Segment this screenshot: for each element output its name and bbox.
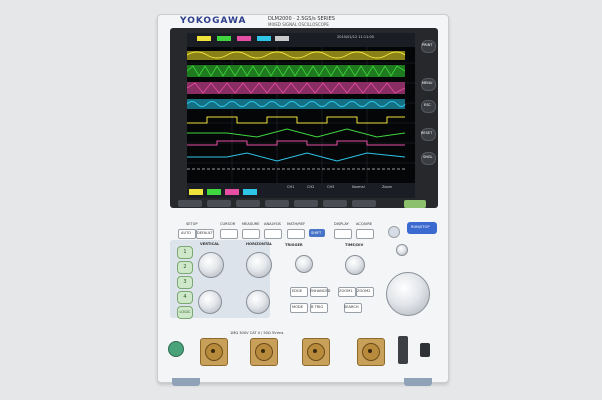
front-note: 1MΩ 300V CAT II / 50Ω 5Vrms bbox=[230, 331, 284, 335]
ch1-bnc-connector bbox=[200, 338, 228, 366]
vertical-scale-knob[interactable] bbox=[198, 252, 224, 278]
measure-button[interactable] bbox=[242, 229, 260, 239]
horizontal-label: HORIZONTAL bbox=[246, 242, 273, 246]
esc-key-label: ESC bbox=[424, 103, 431, 107]
screen-bottom-label-zoom: Zoom bbox=[382, 185, 393, 189]
mode-label: MODE bbox=[292, 305, 303, 309]
shift-label: SHIFT bbox=[311, 231, 322, 235]
cursor-label: CURSOR bbox=[220, 222, 236, 226]
reset-key-label: RESET bbox=[421, 131, 433, 135]
ch3-button[interactable]: 3 bbox=[177, 276, 193, 289]
edge-label: EDGE bbox=[292, 289, 303, 293]
softkey-green[interactable] bbox=[404, 200, 426, 208]
math-ref-label: MATH/REF bbox=[287, 222, 306, 226]
enhanced-label: ENHANCED bbox=[310, 289, 331, 293]
horizontal-scale-knob[interactable] bbox=[246, 252, 272, 278]
menu-key-label: MENU bbox=[422, 81, 433, 85]
screen-bottom-label-normal: Normal bbox=[352, 185, 365, 189]
ch2-button[interactable]: 2 bbox=[177, 261, 193, 274]
ch4-button[interactable]: 4 bbox=[177, 291, 193, 304]
logic-probe-port bbox=[398, 336, 408, 364]
zoom1-label: ZOOM1 bbox=[339, 289, 353, 293]
screen-bottom-label-ch1: CH1 bbox=[287, 185, 295, 189]
math-ref-button[interactable] bbox=[287, 229, 305, 239]
usb-port bbox=[420, 343, 430, 357]
model-sub-label: MIXED SIGNAL OSCILLOSCOPE bbox=[268, 22, 329, 27]
zoom2-label: ZOOM2 bbox=[357, 289, 371, 293]
auto-label: AUTO bbox=[181, 231, 192, 235]
cursor-button[interactable] bbox=[220, 229, 238, 239]
acquire-label: ACQUIRE bbox=[356, 222, 373, 226]
print-key-label: PRINT bbox=[422, 43, 433, 47]
screen-timestamp: 2010/01/12 11:11:00 bbox=[337, 35, 375, 39]
waveform-display bbox=[187, 33, 415, 198]
ch1-button[interactable]: 1 bbox=[177, 246, 193, 259]
brand-logo: YOKOGAWA bbox=[180, 16, 247, 26]
left-foot bbox=[172, 378, 200, 386]
ch4-bnc-connector bbox=[357, 338, 385, 366]
power-button[interactable] bbox=[168, 341, 184, 357]
screen-bottom-label-ch3: CH3 bbox=[327, 185, 335, 189]
logic-button[interactable]: LOGIC bbox=[177, 306, 193, 319]
b-trig-label: B TRIG bbox=[311, 305, 324, 309]
run-stop-label: RUN/STOP bbox=[411, 225, 430, 229]
screen-bottom-label-ch2: CH2 bbox=[307, 185, 315, 189]
softkey-5[interactable] bbox=[294, 200, 318, 207]
vertical-label: VERTICAL bbox=[200, 242, 220, 246]
setup-label: SETUP bbox=[186, 222, 198, 226]
vertical-position-knob[interactable] bbox=[198, 290, 222, 314]
trigger-label: TRIGGER bbox=[285, 243, 303, 247]
select-small-knob[interactable] bbox=[396, 244, 408, 256]
acquire-button[interactable] bbox=[356, 229, 374, 239]
softkey-7[interactable] bbox=[352, 200, 376, 207]
softkey-6[interactable] bbox=[323, 200, 347, 207]
time-div-knob[interactable] bbox=[345, 255, 365, 275]
analysis-label: ANALYSIS bbox=[264, 222, 281, 226]
display-label: DISPLAY bbox=[334, 222, 349, 226]
menu-round-button[interactable] bbox=[388, 226, 400, 238]
analysis-button[interactable] bbox=[264, 229, 282, 239]
softkey-2[interactable] bbox=[207, 200, 231, 207]
softkey-3[interactable] bbox=[236, 200, 260, 207]
display-button[interactable] bbox=[334, 229, 352, 239]
horizontal-position-knob[interactable] bbox=[246, 290, 270, 314]
ch2-bnc-connector bbox=[250, 338, 278, 366]
time-div-label: TIME/DIV bbox=[345, 243, 364, 247]
trigger-level-knob[interactable] bbox=[295, 255, 313, 273]
right-foot bbox=[404, 378, 432, 386]
softkey-1[interactable] bbox=[178, 200, 202, 207]
search-label: SEARCH bbox=[344, 305, 359, 309]
default-label: DEFAULT bbox=[197, 231, 213, 235]
display-screen: 2010/01/12 11:11:00 CH1 CH2 CH3 Normal Z… bbox=[187, 33, 415, 198]
ch3-bnc-connector bbox=[302, 338, 330, 366]
sngl-key-label: SNGL bbox=[423, 155, 433, 159]
measure-label: MEASURE bbox=[242, 222, 260, 226]
jog-shuttle-knob[interactable] bbox=[386, 272, 430, 316]
softkey-4[interactable] bbox=[265, 200, 289, 207]
